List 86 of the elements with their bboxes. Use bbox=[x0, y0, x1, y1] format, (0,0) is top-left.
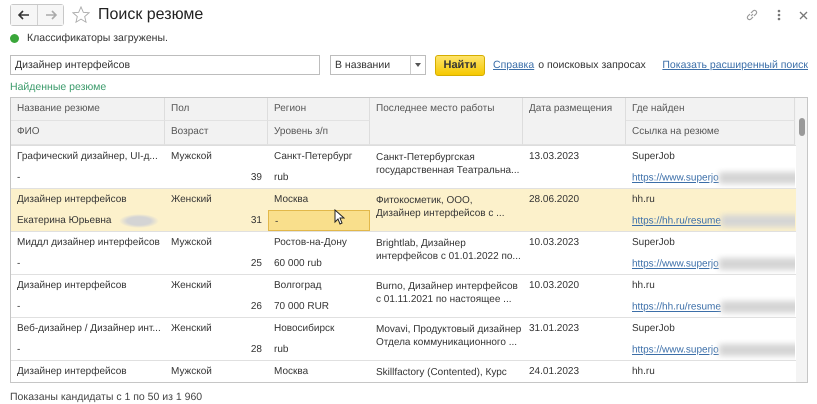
table-cell-text: Женский bbox=[170, 193, 213, 207]
resume-link[interactable]: https://www.superjo bbox=[632, 258, 719, 270]
table-cell-text: Мужской bbox=[170, 365, 213, 379]
table-cell-text: 28 bbox=[250, 343, 263, 357]
table-cell-text: Мужской bbox=[170, 150, 213, 164]
table-cell-text: 10.03.2020 bbox=[528, 279, 580, 293]
table-cell[interactable]: 70 000 RUR bbox=[268, 296, 370, 317]
results-count: Показаны кандидаты с 1 по 50 из 1 960 bbox=[10, 391, 204, 403]
resume-link[interactable]: https://hh.ru/resume bbox=[632, 302, 721, 313]
advanced-search-link[interactable]: Показать расширенный поиск bbox=[662, 59, 808, 71]
more-icon[interactable] bbox=[777, 9, 781, 21]
table-cell-text: SuperJob bbox=[631, 150, 676, 164]
table-cell-text: Movavi, Продуктовый дизайнер Отдела коммуникационного ... bbox=[375, 323, 522, 350]
link-icon[interactable] bbox=[745, 8, 759, 22]
window-title: Поиск резюме bbox=[98, 6, 204, 24]
table-cell[interactable]: - bbox=[268, 210, 370, 231]
table-cell[interactable]: rub bbox=[268, 167, 370, 188]
table-cell-text: Санкт-Петербургская государственная Театральна... bbox=[375, 151, 520, 178]
table-cell-text: Графический дизайнер, UI-д... bbox=[16, 150, 159, 164]
table-cell-text: Женский bbox=[170, 322, 213, 336]
table-cell-text: 24.01.2023 bbox=[528, 365, 580, 379]
find-button[interactable]: Найти bbox=[435, 54, 485, 76]
column-header[interactable]: Где найден bbox=[626, 98, 795, 121]
table-cell-text: Москва bbox=[273, 193, 310, 207]
status-text: Классификаторы загружены. bbox=[27, 32, 168, 44]
column-header[interactable]: Название резюме bbox=[11, 98, 165, 121]
resume-link[interactable]: https://www.superjo bbox=[632, 344, 719, 356]
column-header[interactable]: Дата размещения bbox=[523, 98, 626, 145]
table-cell-text: 31 bbox=[250, 214, 263, 228]
close-icon[interactable] bbox=[799, 10, 808, 20]
table-cell-text: hh.ru bbox=[631, 279, 656, 293]
table-cell-text: Москва bbox=[273, 365, 310, 379]
table-cell-text: - bbox=[16, 171, 22, 185]
table-cell-text: Санкт-Петербург bbox=[273, 150, 354, 164]
table-cell-text: 39 bbox=[250, 171, 263, 185]
table-cell[interactable]: 60 000 rub bbox=[268, 253, 370, 274]
scope-dropdown[interactable]: В названии bbox=[330, 55, 426, 75]
table-cell-text: SuperJob bbox=[631, 322, 676, 336]
table-cell-text: 13.03.2023 bbox=[528, 150, 580, 164]
caret-icon bbox=[415, 63, 421, 67]
column-header[interactable]: Пол bbox=[165, 98, 268, 121]
table-cell-text: - bbox=[16, 343, 22, 357]
table-row[interactable]: Дизайнер интерфейсов Женский Москва Фитокосметик, ООО, Дизайнер интерфейсов с ... 28.06.2020 hh.ru Екатерина Юрьевна 31 - https://hh.ru/resume bbox=[11, 189, 796, 232]
table-cell-text: SuperJob bbox=[631, 236, 676, 250]
table-cell-text: 10.03.2023 bbox=[528, 236, 580, 250]
section-title: Найденные резюме bbox=[10, 81, 108, 95]
table-cell-text: Skillfactory (Contented), Курс bbox=[375, 366, 508, 380]
help-link[interactable]: Справка bbox=[493, 59, 534, 71]
column-header[interactable]: Ссылка на резюме bbox=[626, 121, 795, 145]
star-icon[interactable] bbox=[72, 6, 90, 24]
table-cell-text: 31.01.2023 bbox=[528, 322, 580, 336]
column-header[interactable]: Последнее место работы bbox=[370, 98, 523, 145]
table-cell-text: Фитокосметик, ООО, Дизайнер интерфейсов с ... bbox=[375, 194, 506, 221]
left-arrow-icon bbox=[18, 10, 30, 20]
table-cell-text: 25 bbox=[250, 257, 263, 271]
scrollbar[interactable] bbox=[796, 98, 807, 382]
column-header[interactable]: Уровень з/п bbox=[268, 121, 370, 145]
column-header[interactable]: Возраст bbox=[165, 121, 268, 145]
table-cell-text: - bbox=[16, 300, 22, 314]
table-cell-text: hh.ru bbox=[631, 193, 656, 207]
table-cell-text: hh.ru bbox=[631, 365, 656, 379]
table-cell-text: Burno, Дизайнер интерфейсов с 01.11.2021 по настоящее ... bbox=[375, 280, 519, 307]
cursor-icon bbox=[334, 209, 345, 225]
table-cell-text: Миддл дизайнер интерфейсов bbox=[16, 236, 161, 250]
table-cell-text: Волгоград bbox=[273, 279, 322, 293]
table-cell[interactable]: rub bbox=[268, 339, 370, 360]
back-button[interactable] bbox=[11, 5, 37, 25]
table-cell-text: Мужской bbox=[170, 236, 213, 250]
table-cell-text: - bbox=[16, 257, 22, 271]
table-cell-text: Веб-дизайнер / Дизайнер инт... bbox=[16, 322, 162, 336]
table-cell-text: Brightlab, Дизайнер интерфейсов с 01.01.2022 по... bbox=[375, 237, 522, 264]
search-field[interactable]: Дизайнер интерфейсов bbox=[10, 55, 320, 75]
table-cell-text: Дизайнер интерфейсов bbox=[16, 279, 128, 293]
right-arrow-icon bbox=[44, 10, 56, 20]
column-header[interactable]: Регион bbox=[268, 98, 370, 121]
table-cell-text: Женский bbox=[170, 279, 213, 293]
column-header[interactable]: ФИО bbox=[11, 121, 165, 145]
table-cell-text: 26 bbox=[250, 300, 263, 314]
table-cell-text: Дизайнер интерфейсов bbox=[16, 365, 128, 379]
resume-link[interactable]: https://hh.ru/resume bbox=[632, 216, 721, 227]
table-cell-text: Дизайнер интерфейсов bbox=[16, 193, 128, 207]
table-cell-text: Ростов-на-Дону bbox=[273, 236, 348, 250]
resume-link[interactable]: https://www.superjo bbox=[632, 172, 719, 184]
help-text: о поисковых запросах bbox=[538, 59, 646, 71]
table-cell-text: 28.06.2020 bbox=[528, 193, 580, 207]
table-cell-text: Новосибирск bbox=[273, 322, 336, 336]
